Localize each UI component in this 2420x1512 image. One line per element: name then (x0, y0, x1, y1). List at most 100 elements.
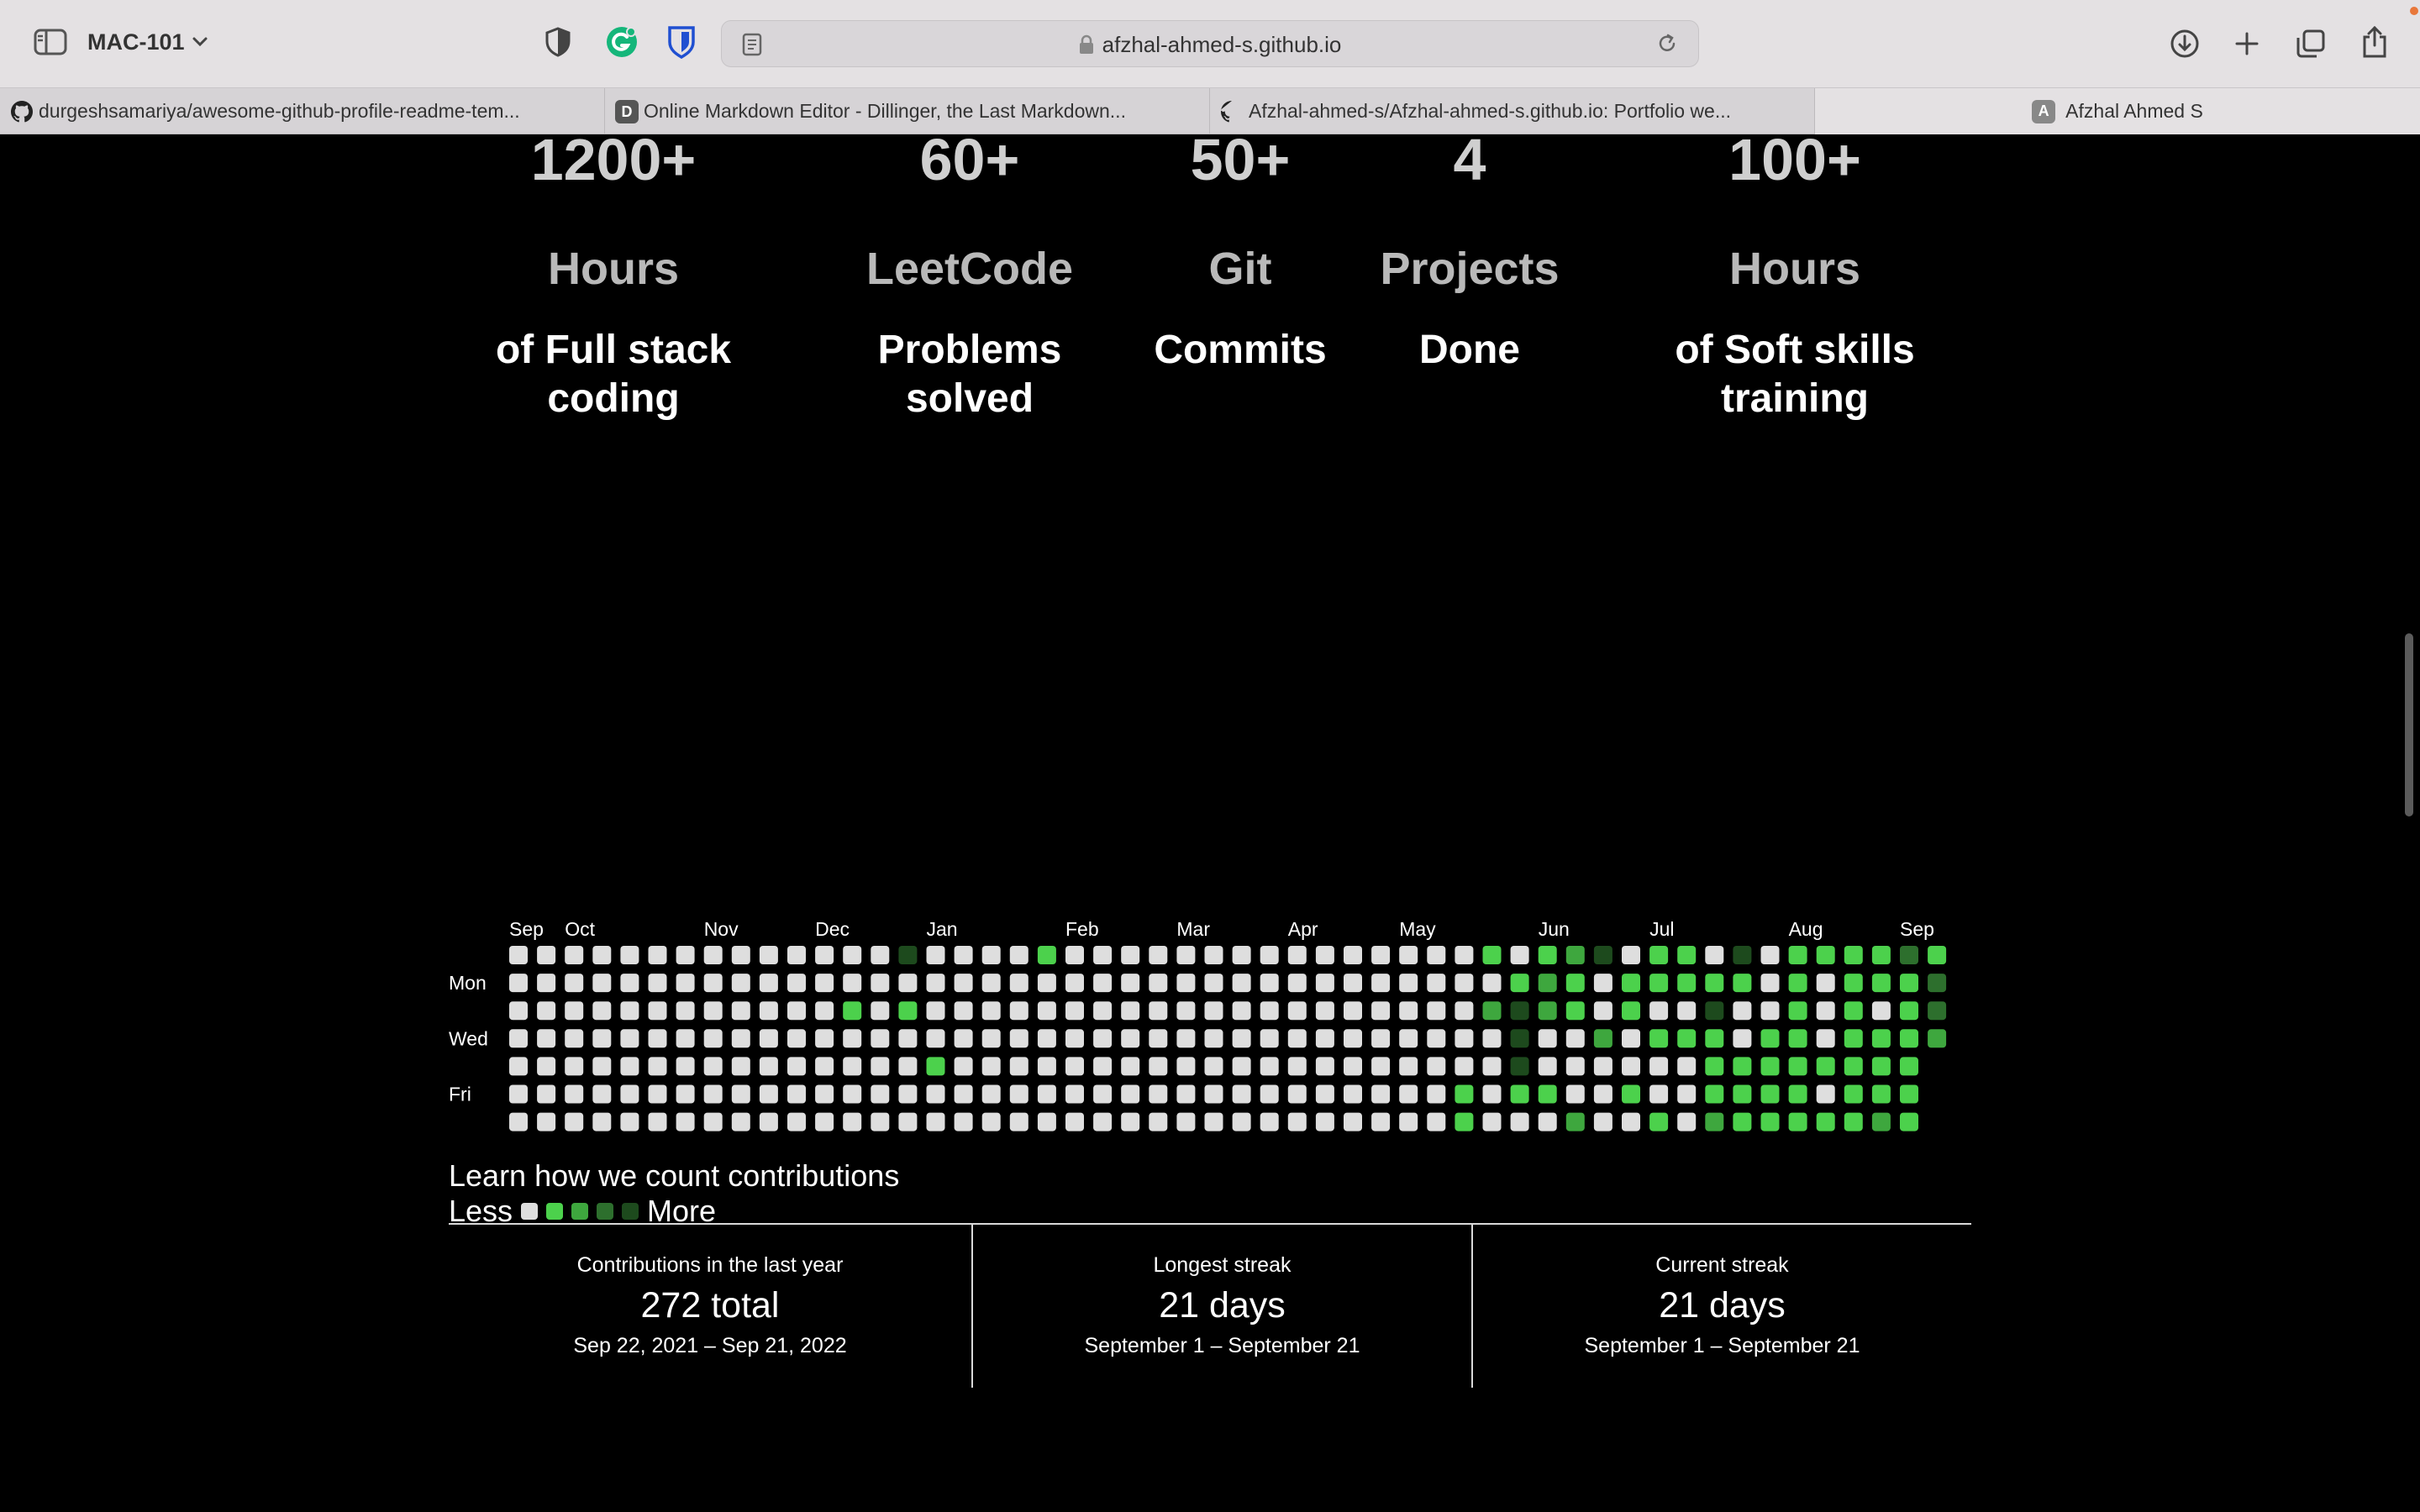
contribution-day[interactable] (815, 1112, 834, 1131)
contribution-day[interactable] (926, 1001, 945, 1021)
contribution-day[interactable] (1009, 1084, 1028, 1104)
contribution-day[interactable] (1705, 1029, 1724, 1048)
contribution-day[interactable] (620, 1112, 639, 1131)
contribution-day[interactable] (1232, 1001, 1251, 1021)
contribution-day[interactable] (1677, 1001, 1697, 1021)
contribution-day[interactable] (1593, 1084, 1612, 1104)
contribution-day[interactable] (1176, 1057, 1196, 1076)
contribution-day[interactable] (1593, 1057, 1612, 1076)
contribution-day[interactable] (731, 1001, 750, 1021)
contribution-day[interactable] (1315, 1057, 1334, 1076)
contribution-day[interactable] (926, 1112, 945, 1131)
contribution-day[interactable] (1399, 1029, 1418, 1048)
contribution-day[interactable] (1065, 946, 1084, 964)
contribution-day[interactable] (1705, 946, 1724, 964)
chevron-down-icon[interactable] (190, 32, 210, 52)
contribution-day[interactable] (703, 974, 723, 993)
contribution-day[interactable] (1900, 946, 1918, 964)
contribution-day[interactable] (1287, 1001, 1307, 1021)
contribution-day[interactable] (1260, 946, 1279, 964)
contribution-day[interactable] (1871, 1084, 1891, 1104)
contribution-day[interactable] (509, 1112, 528, 1131)
contribution-day[interactable] (1260, 1029, 1279, 1048)
contribution-day[interactable] (1121, 1112, 1140, 1131)
contribution-day[interactable] (1344, 974, 1362, 993)
contribution-day[interactable] (898, 1112, 918, 1131)
contribution-day[interactable] (926, 1057, 945, 1076)
contribution-day[interactable] (871, 974, 890, 993)
contribution-day[interactable] (1816, 1112, 1835, 1131)
learn-contributions-link[interactable]: Learn how we count contributions (449, 1158, 899, 1194)
contribution-day[interactable] (1149, 1001, 1168, 1021)
contribution-day[interactable] (1900, 1029, 1918, 1048)
contribution-day[interactable] (1371, 1112, 1391, 1131)
contribution-day[interactable] (759, 946, 778, 964)
contribution-day[interactable] (1871, 1112, 1891, 1131)
contribution-day[interactable] (1622, 1029, 1640, 1048)
contribution-day[interactable] (1455, 1001, 1474, 1021)
contribution-day[interactable] (731, 1112, 750, 1131)
contribution-day[interactable] (1482, 1029, 1502, 1048)
contribution-day[interactable] (592, 1029, 612, 1048)
contribution-day[interactable] (1149, 974, 1168, 993)
contribution-day[interactable] (954, 946, 973, 964)
contribution-day[interactable] (1037, 974, 1056, 993)
contribution-day[interactable] (1677, 1112, 1697, 1131)
contribution-day[interactable] (592, 1001, 612, 1021)
contribution-day[interactable] (592, 1084, 612, 1104)
contribution-day[interactable] (1871, 1057, 1891, 1076)
contribution-day[interactable] (1287, 1057, 1307, 1076)
contribution-day[interactable] (1455, 1029, 1474, 1048)
tab-dillinger[interactable]: D Online Markdown Editor - Dillinger, th… (605, 88, 1210, 134)
contribution-day[interactable] (509, 1084, 528, 1104)
contribution-day[interactable] (898, 1029, 918, 1048)
contribution-day[interactable] (1037, 946, 1056, 964)
contribution-day[interactable] (703, 1001, 723, 1021)
contribution-day[interactable] (1371, 1057, 1391, 1076)
contribution-day[interactable] (703, 946, 723, 964)
contribution-day[interactable] (1149, 1112, 1168, 1131)
contribution-day[interactable] (676, 1029, 695, 1048)
contribution-day[interactable] (1816, 1084, 1835, 1104)
contribution-day[interactable] (1149, 946, 1168, 964)
contribution-day[interactable] (1760, 1029, 1780, 1048)
contribution-day[interactable] (898, 1057, 918, 1076)
contribution-day[interactable] (1844, 1057, 1863, 1076)
contribution-day[interactable] (843, 1001, 862, 1021)
contribution-day[interactable] (1733, 1057, 1752, 1076)
contribution-day[interactable] (1287, 946, 1307, 964)
contribution-day[interactable] (1816, 1057, 1835, 1076)
contribution-day[interactable] (1232, 946, 1251, 964)
contribution-day[interactable] (1677, 1057, 1697, 1076)
contribution-day[interactable] (676, 1084, 695, 1104)
contribution-day[interactable] (954, 1084, 973, 1104)
contribution-day[interactable] (592, 1057, 612, 1076)
contribution-day[interactable] (1037, 1084, 1056, 1104)
contribution-day[interactable] (1149, 1029, 1168, 1048)
contribution-day[interactable] (1816, 946, 1835, 964)
contribution-day[interactable] (565, 1029, 584, 1048)
contribution-day[interactable] (1816, 1029, 1835, 1048)
contribution-day[interactable] (1260, 1001, 1279, 1021)
contribution-day[interactable] (1371, 1001, 1391, 1021)
contribution-day[interactable] (1928, 946, 1947, 964)
contribution-day[interactable] (1260, 1057, 1279, 1076)
contribution-day[interactable] (1009, 946, 1028, 964)
contribution-day[interactable] (815, 946, 834, 964)
contribution-day[interactable] (1260, 1084, 1279, 1104)
contribution-day[interactable] (1009, 1112, 1028, 1131)
contribution-day[interactable] (1760, 1001, 1780, 1021)
contribution-day[interactable] (1733, 1112, 1752, 1131)
contribution-day[interactable] (1677, 1084, 1697, 1104)
contribution-day[interactable] (1538, 1057, 1557, 1076)
contribution-day[interactable] (1427, 1112, 1446, 1131)
new-tab-icon[interactable] (2228, 25, 2265, 62)
contribution-day[interactable] (981, 1084, 1001, 1104)
contribution-day[interactable] (703, 1057, 723, 1076)
contribution-day[interactable] (1315, 1029, 1334, 1048)
contribution-day[interactable] (1622, 1084, 1640, 1104)
contribution-day[interactable] (1427, 1029, 1446, 1048)
contribution-day[interactable] (926, 1084, 945, 1104)
contribution-day[interactable] (1565, 946, 1585, 964)
contribution-day[interactable] (1204, 1084, 1223, 1104)
